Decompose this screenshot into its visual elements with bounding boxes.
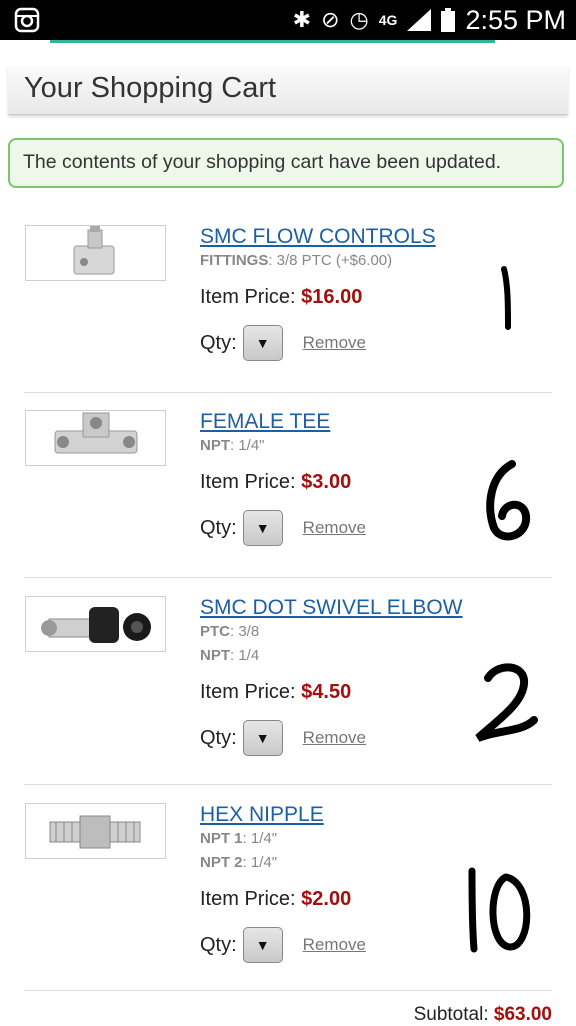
handwritten-annotation xyxy=(486,460,531,541)
signal-icon xyxy=(407,9,432,31)
product-link[interactable]: HEX NIPPLE xyxy=(200,803,540,827)
cart-subtotal: Subtotal: $63.00 xyxy=(413,1004,552,1025)
cart-item: SMC FLOW CONTROLS FITTINGS: 3/8 PTC (+$6… xyxy=(24,225,552,393)
handwritten-annotation xyxy=(468,867,531,953)
product-link[interactable]: SMC FLOW CONTROLS xyxy=(200,225,540,249)
caret-down-icon: ▼ xyxy=(255,520,270,536)
caret-down-icon: ▼ xyxy=(255,730,270,746)
bluetooth-icon: ✱ xyxy=(292,7,312,32)
hex-nipple-image xyxy=(49,815,140,849)
page-header: Your Shopping Cart xyxy=(8,66,568,115)
remove-link[interactable]: Remove xyxy=(303,333,366,353)
qty-label: Qty: xyxy=(200,726,237,749)
status-time: 2:55 PM xyxy=(465,4,566,35)
qty-dropdown[interactable]: ▼ xyxy=(242,325,283,361)
mute-icon: ⊘ xyxy=(321,7,340,32)
handwritten-annotation xyxy=(475,663,538,742)
status-bar: ✱ ⊘ ◷ 4G 2:55 PM xyxy=(0,0,576,40)
caret-down-icon: ▼ xyxy=(255,937,270,953)
product-option: NPT: 1/4" xyxy=(200,437,265,454)
alarm-icon: ◷ xyxy=(349,7,369,32)
page-title: Your Shopping Cart xyxy=(24,72,277,104)
product-option: PTC: 3/8 xyxy=(200,623,260,640)
remove-link[interactable]: Remove xyxy=(303,518,366,538)
qty-dropdown[interactable]: ▼ xyxy=(242,927,283,963)
network-type: 4G xyxy=(378,12,398,28)
qty-label: Qty: xyxy=(200,331,237,354)
female-tee-image xyxy=(54,412,137,454)
product-thumbnail[interactable] xyxy=(25,596,166,652)
product-thumbnail[interactable] xyxy=(25,803,166,859)
handwritten-annotation xyxy=(501,266,511,330)
qty-label: Qty: xyxy=(200,933,237,956)
flow-control-image xyxy=(73,226,114,275)
product-option: NPT 1: 1/4" xyxy=(200,830,278,847)
remove-link[interactable]: Remove xyxy=(303,935,366,955)
page-accent-line xyxy=(50,40,495,43)
caret-down-icon: ▼ xyxy=(255,335,270,351)
product-link[interactable]: SMC DOT SWIVEL ELBOW xyxy=(200,596,540,620)
product-link[interactable]: FEMALE TEE xyxy=(200,410,540,434)
cart-item: HEX NIPPLE NPT 1: 1/4" NPT 2: 1/4" Item … xyxy=(24,803,552,991)
cart-updated-notice: The contents of your shopping cart have … xyxy=(8,138,564,188)
product-thumbnail[interactable] xyxy=(25,225,166,281)
instagram-icon xyxy=(14,7,40,33)
remove-link[interactable]: Remove xyxy=(303,728,366,748)
battery-icon xyxy=(441,8,456,32)
product-thumbnail[interactable] xyxy=(25,410,166,466)
qty-label: Qty: xyxy=(200,516,237,539)
cart-item: FEMALE TEE NPT: 1/4" Item Price: $3.00 Q… xyxy=(24,410,552,578)
qty-dropdown[interactable]: ▼ xyxy=(242,510,283,546)
qty-dropdown[interactable]: ▼ xyxy=(242,720,283,756)
swivel-elbow-image xyxy=(40,607,151,643)
cart-item: SMC DOT SWIVEL ELBOW PTC: 3/8 NPT: 1/4 I… xyxy=(24,596,552,785)
